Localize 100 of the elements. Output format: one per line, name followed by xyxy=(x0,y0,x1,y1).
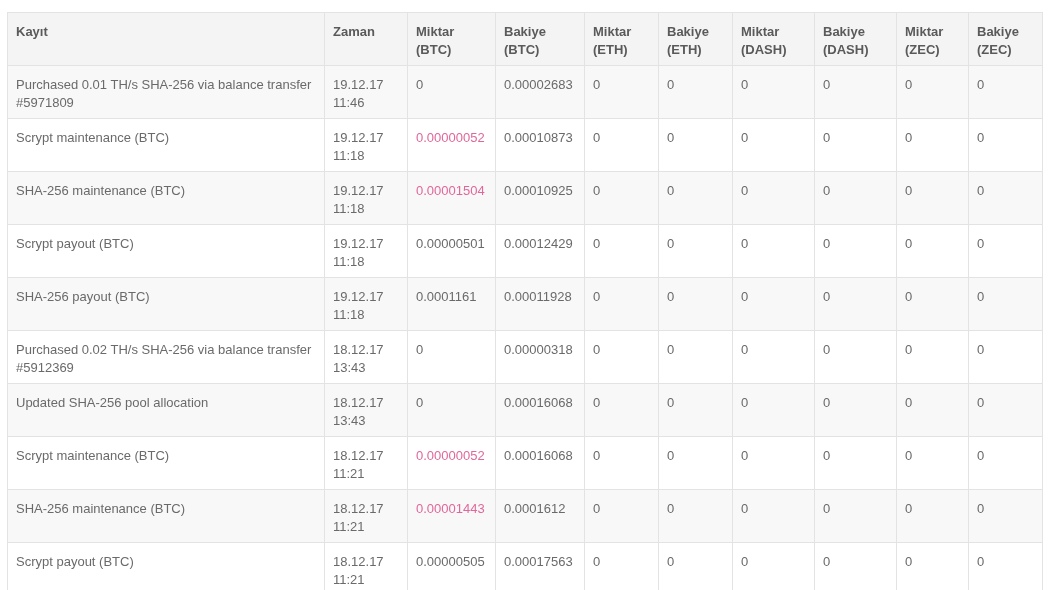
table-cell: 0 xyxy=(814,436,897,490)
table-cell: 0 xyxy=(968,489,1043,543)
table-cell: 0 xyxy=(584,436,659,490)
table-cell: 0.00016068 xyxy=(495,383,585,437)
table-cell: 0.0001161 xyxy=(407,277,496,331)
table-cell: 0 xyxy=(584,118,659,172)
table-cell: 0 xyxy=(584,224,659,278)
column-header: Miktar (BTC) xyxy=(407,12,496,66)
table-cell: 0 xyxy=(658,224,733,278)
table-cell: 0 xyxy=(584,171,659,225)
table-cell: 0 xyxy=(584,489,659,543)
table-cell: 0 xyxy=(658,65,733,119)
column-header: Zaman xyxy=(324,12,408,66)
table-cell: 18.12.17 13:43 xyxy=(324,383,408,437)
table-cell: Purchased 0.01 TH/s SHA-256 via balance transfer #5971809 xyxy=(7,65,325,119)
table-cell: 0 xyxy=(584,383,659,437)
table-cell: 0 xyxy=(732,65,815,119)
table-cell: 0.00016068 xyxy=(495,436,585,490)
table-cell: Scrypt payout (BTC) xyxy=(7,542,325,590)
table-cell: 0 xyxy=(814,224,897,278)
column-header: Bakiye (ZEC) xyxy=(968,12,1043,66)
table-cell: 0.0001612 xyxy=(495,489,585,543)
table-cell: 0 xyxy=(814,118,897,172)
table-cell: 19.12.17 11:18 xyxy=(324,171,408,225)
table-cell: 0 xyxy=(732,171,815,225)
table-cell: 0 xyxy=(732,330,815,384)
table-cell: SHA-256 maintenance (BTC) xyxy=(7,171,325,225)
table-cell: 0 xyxy=(896,489,969,543)
table-cell: 19.12.17 11:18 xyxy=(324,277,408,331)
table-cell: 0 xyxy=(814,383,897,437)
table-cell: 0 xyxy=(968,330,1043,384)
column-header: Kayıt xyxy=(7,12,325,66)
table-cell: 0.00000501 xyxy=(407,224,496,278)
table-cell: 0 xyxy=(968,383,1043,437)
table-cell: Scrypt maintenance (BTC) xyxy=(7,118,325,172)
table-cell: 0 xyxy=(658,277,733,331)
table-cell: 0 xyxy=(814,171,897,225)
table-cell: 0 xyxy=(896,383,969,437)
table-cell: 0 xyxy=(732,489,815,543)
table-cell: 19.12.17 11:18 xyxy=(324,224,408,278)
table-cell: 0 xyxy=(896,118,969,172)
table-cell: 0 xyxy=(896,171,969,225)
table-cell: 0 xyxy=(732,118,815,172)
table-cell: 0.00012429 xyxy=(495,224,585,278)
table-cell: Scrypt payout (BTC) xyxy=(7,224,325,278)
table-cell: 0 xyxy=(732,224,815,278)
column-header: Miktar (ETH) xyxy=(584,12,659,66)
table-cell: 0 xyxy=(814,489,897,543)
table-cell: 0 xyxy=(658,489,733,543)
table-cell: 0 xyxy=(658,383,733,437)
table-cell: 0 xyxy=(896,436,969,490)
table-cell: 0.00000052 xyxy=(407,118,496,172)
table-cell: 0.00000052 xyxy=(407,436,496,490)
table-cell: 0 xyxy=(968,277,1043,331)
table-cell: 0.00011928 xyxy=(495,277,585,331)
table-cell: 0 xyxy=(896,277,969,331)
table-cell: SHA-256 payout (BTC) xyxy=(7,277,325,331)
table-cell: 0 xyxy=(968,224,1043,278)
table-cell: 0 xyxy=(658,436,733,490)
table-cell: Updated SHA-256 pool allocation xyxy=(7,383,325,437)
table-cell: 0 xyxy=(968,118,1043,172)
table-cell: 18.12.17 11:21 xyxy=(324,489,408,543)
table-cell: 0 xyxy=(968,171,1043,225)
table-cell: 0 xyxy=(407,65,496,119)
table-cell: 0.00001504 xyxy=(407,171,496,225)
column-header: Bakiye (ETH) xyxy=(658,12,733,66)
table-cell: 0 xyxy=(658,118,733,172)
column-header: Miktar (DASH) xyxy=(732,12,815,66)
table-cell: 0 xyxy=(732,436,815,490)
table-cell: 0.00001443 xyxy=(407,489,496,543)
table-cell: 0 xyxy=(968,65,1043,119)
table-cell: 0.00002683 xyxy=(495,65,585,119)
table-cell: 0 xyxy=(658,330,733,384)
table-cell: 0 xyxy=(896,224,969,278)
table-cell: 0 xyxy=(584,330,659,384)
column-header: Miktar (ZEC) xyxy=(896,12,969,66)
table-cell: 0.00010925 xyxy=(495,171,585,225)
table-cell: 0 xyxy=(732,277,815,331)
table-cell: 18.12.17 11:21 xyxy=(324,436,408,490)
table-cell: 0 xyxy=(407,330,496,384)
column-header: Bakiye (BTC) xyxy=(495,12,585,66)
table-cell: 0 xyxy=(584,277,659,331)
table-cell: 0 xyxy=(814,277,897,331)
table-cell: 0 xyxy=(896,330,969,384)
table-cell: 19.12.17 11:46 xyxy=(324,65,408,119)
table-cell: 19.12.17 11:18 xyxy=(324,118,408,172)
table-cell: 0 xyxy=(658,171,733,225)
table-cell: 0 xyxy=(968,436,1043,490)
table-cell: 0 xyxy=(896,65,969,119)
table-cell: 0.00010873 xyxy=(495,118,585,172)
table-cell: SHA-256 maintenance (BTC) xyxy=(7,489,325,543)
table-cell: 0.00000318 xyxy=(495,330,585,384)
table-cell: 18.12.17 13:43 xyxy=(324,330,408,384)
table-cell: Scrypt maintenance (BTC) xyxy=(7,436,325,490)
table-cell: 0 xyxy=(407,383,496,437)
table-cell: 0 xyxy=(814,330,897,384)
column-header: Bakiye (DASH) xyxy=(814,12,897,66)
table-cell: 0 xyxy=(584,65,659,119)
table-cell: 0 xyxy=(814,65,897,119)
table-cell: Purchased 0.02 TH/s SHA-256 via balance transfer #5912369 xyxy=(7,330,325,384)
